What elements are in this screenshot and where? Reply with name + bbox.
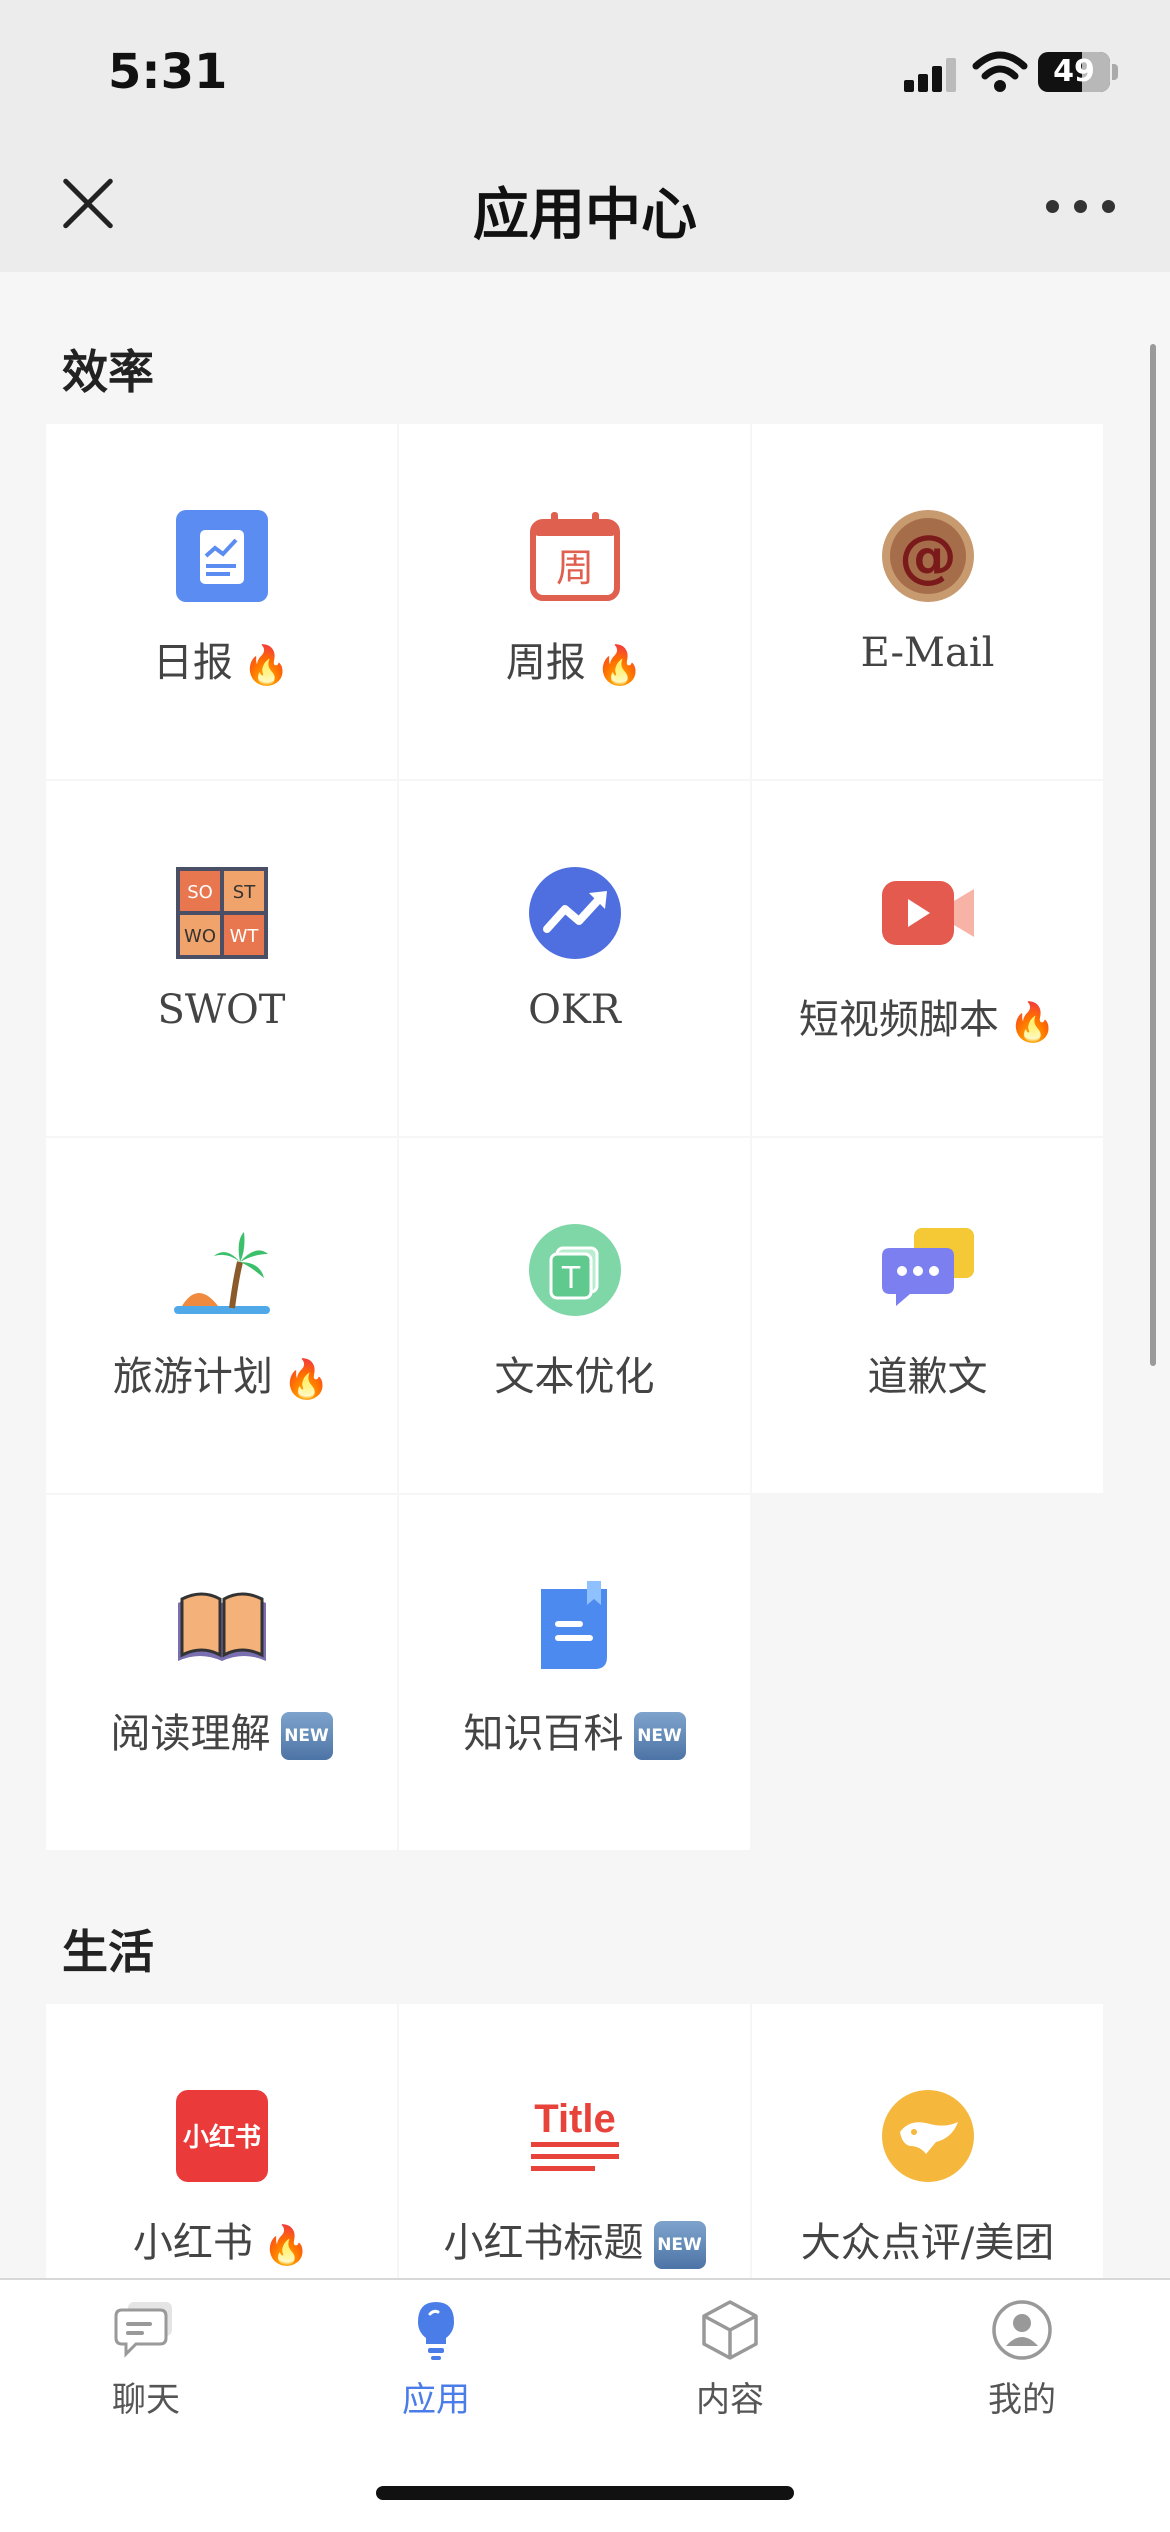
okr-icon [528,867,621,959]
tab-apps[interactable]: 应用 [346,2298,526,2438]
swot-icon: SO ST WO WT [175,867,268,959]
app-label: 大众点评/美团 [800,2220,1055,2266]
app-encyclopedia[interactable]: 知识百科 NEW [399,1495,750,1850]
life-grid: 小红书 小红书 🔥 Title 小红书标题 NEW 大众点评/美团 [46,2004,1104,2278]
swot-so: SO [187,882,213,903]
app-label: 旅游计划 [112,1354,273,1400]
app-email[interactable]: @ E-Mail [752,424,1103,779]
hot-badge: 🔥 [262,2222,311,2267]
hot-badge: 🔥 [595,642,644,687]
efficiency-grid: 日报 🔥 周 周报 🔥 @ E-Mail SO ST WO WT SWOT OK… [46,424,1104,1850]
app-label: 知识百科 [463,1711,624,1757]
section-title-life: 生活 [62,1925,154,1979]
new-badge: NEW [280,1712,333,1760]
reading-icon [177,1592,266,1661]
cellular-signal-icon [904,58,956,92]
dianping-icon [881,2090,974,2182]
tab-label: 应用 [402,2380,470,2420]
hot-badge: 🔥 [282,1356,331,1401]
text-optimize-icon: T [528,1224,621,1316]
swot-wo: WO [184,926,216,947]
xiaohongshu-title-icon: Title [530,2097,619,2171]
app-okr[interactable]: OKR [399,781,750,1136]
more-options-button[interactable] [1046,196,1116,216]
xhs-icon-text: 小红书 [182,2122,260,2153]
tab-me[interactable]: 我的 [932,2298,1112,2438]
scrollbar[interactable] [1150,344,1156,1366]
app-dianping[interactable]: 大众点评/美团 [752,2004,1103,2278]
app-reading[interactable]: 阅读理解 NEW [46,1495,397,1850]
app-label: SWOT [157,987,286,1033]
daily-report-icon [175,510,268,602]
app-label: 日报 [152,640,233,686]
app-label: 文本优化 [494,1354,655,1400]
app-apology[interactable]: 道歉文 [752,1138,1103,1493]
tab-chat[interactable]: 聊天 [56,2298,236,2438]
app-xiaohongshu[interactable]: 小红书 小红书 🔥 [46,2004,397,2278]
hot-badge: 🔥 [242,642,291,687]
battery-tip [1112,64,1118,80]
page-title: 应用中心 [473,183,697,248]
app-swot[interactable]: SO ST WO WT SWOT [46,781,397,1136]
svg-text:T: T [560,1261,580,1296]
app-travel-plan[interactable]: 旅游计划 🔥 [46,1138,397,1493]
app-label: 周报 [505,640,586,686]
app-label: 小红书 [132,2220,253,2266]
email-icon: @ [881,510,974,602]
tab-content[interactable]: 内容 [640,2298,820,2438]
app-label: 短视频脚本 [798,997,999,1043]
cube-icon [702,2300,758,2360]
lightbulb-icon [418,2302,454,2360]
video-script-icon [881,881,974,945]
new-badge: NEW [653,2221,706,2269]
weekly-report-icon: 周 [529,512,620,601]
travel-plan-icon [173,1232,270,1314]
app-daily-report[interactable]: 日报 🔥 [46,424,397,779]
xiaohongshu-icon: 小红书 [175,2090,268,2182]
section-title-efficiency: 效率 [62,345,154,399]
encyclopedia-icon [540,1581,607,1669]
swot-st: ST [232,882,255,903]
top-bar: 5:31 49 应用中心 [0,0,1170,272]
battery-icon: 49 [1038,52,1110,92]
tab-label: 聊天 [112,2380,180,2420]
tab-label: 我的 [988,2380,1056,2420]
app-video-script[interactable]: 短视频脚本 🔥 [752,781,1103,1136]
hot-badge: 🔥 [1008,999,1057,1044]
app-label: OKR [528,987,621,1033]
app-xiaohongshu-title[interactable]: Title 小红书标题 NEW [399,2004,750,2278]
home-indicator[interactable] [376,2486,794,2500]
profile-icon [992,2300,1052,2360]
swot-wt: WT [229,926,259,947]
app-label: 阅读理解 [110,1711,271,1757]
weekly-icon-text: 周 [555,546,593,590]
app-weekly-report[interactable]: 周 周报 🔥 [399,424,750,779]
battery-level: 49 [1053,54,1095,89]
chat-icon [114,2302,172,2358]
app-label: 道歉文 [867,1354,988,1400]
status-time: 5:31 [108,44,228,100]
app-label: E-Mail [860,630,995,676]
app-text-optimize[interactable]: T 文本优化 [399,1138,750,1493]
wifi-icon [972,51,1028,92]
app-label: 小红书标题 [443,2220,644,2266]
svg-text:@: @ [899,522,957,590]
tab-label: 内容 [696,2380,764,2420]
title-icon-text: Title [534,2097,616,2141]
new-badge: NEW [633,1712,686,1760]
apology-icon [881,1228,974,1306]
